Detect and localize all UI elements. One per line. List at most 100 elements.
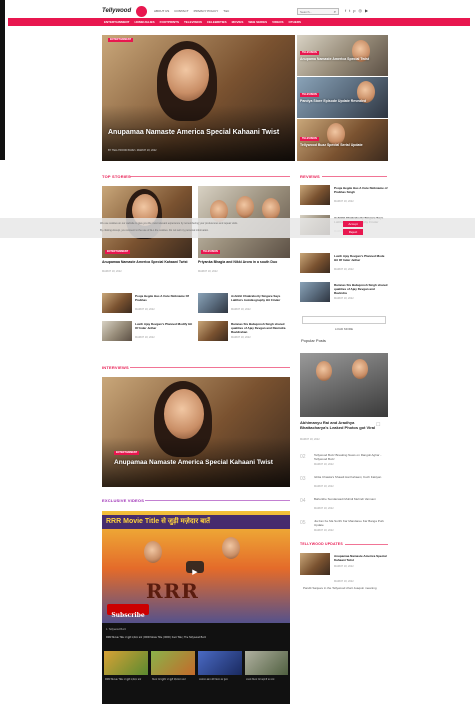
update-title[interactable]: Pandit Sanjeev in the Tellywood chart Jo… (303, 586, 387, 590)
twitter-icon[interactable]: t (349, 8, 350, 13)
playlist-title[interactable]: RRR Movie Title से जुड़ी मज़ेदार बातें |… (106, 636, 286, 639)
instagram-icon[interactable]: ◎ (358, 8, 362, 13)
story-meta: MARCH 18, 2022 (102, 270, 122, 273)
popular-meta: MARCH 18, 2022 (314, 463, 334, 466)
small-story-thumb (102, 321, 132, 341)
small-story[interactable]: Pooja Hegde Has A Cute Nickname Of Prabh… (102, 293, 194, 315)
small-story-title[interactable]: Ashnhit Chakraborty Singare Says Lalitha… (231, 294, 289, 302)
youtube-icon[interactable]: ▶ (365, 8, 368, 13)
interview-feature[interactable]: ENTERTAINMENT Anupamaa Namaste America S… (102, 377, 290, 487)
review-title[interactable]: Lusth Ajay Devgan's Planned Mode Hit Of … (334, 254, 388, 262)
subscribe-button[interactable]: Subscribe (107, 604, 149, 619)
popular-item[interactable]: 04 Bahurkhe Sundarwadi Muhidi Mehndi Var… (300, 496, 388, 516)
review-meta: MARCH 18, 2022 (334, 200, 354, 203)
update-title[interactable]: Anupamaa Namaste America Special Kahaani… (334, 554, 388, 562)
side-face (327, 123, 345, 145)
nav-entertainment[interactable]: ENTERTAINMENT (104, 20, 129, 24)
review-title[interactable]: Pooja Hegde Has A Cute Nickname of Prabh… (334, 186, 388, 194)
playlist-thumb-caption[interactable]: साउथ फिल्म की कहानी का सच (246, 678, 288, 690)
search-icon[interactable]: ⌕ (334, 9, 336, 14)
top-link-about[interactable]: ABOUT US (154, 9, 169, 13)
nav-movies[interactable]: MOVIES (232, 20, 244, 24)
playlist-thumb[interactable] (245, 651, 288, 675)
hero-side-title[interactable]: Tellywood Buzz Special Serial Update (300, 143, 386, 148)
small-story-title[interactable]: Pooja Hegde Has A Cute Nickname Of Prabh… (135, 294, 193, 302)
site-logo[interactable]: Tellywood (102, 5, 148, 18)
nav-videos[interactable]: VIDEOS (272, 20, 283, 24)
hero-feature[interactable]: ENTERTAINMENT Anupamaa Namaste America S… (102, 35, 295, 161)
popular-item[interactable]: 02 Tellywood Buzz Breaking News on Rango… (300, 452, 388, 472)
nav-others[interactable]: OTHERS (289, 20, 302, 24)
nav-television[interactable]: TELEVISION (184, 20, 202, 24)
hero-side-title[interactable]: Anupama Namaste America Special Twist (300, 57, 386, 62)
popular-title[interactable]: Ishita Chawla's Shaadi Hai Kahaani, Kuch… (314, 475, 388, 479)
nav-webseries[interactable]: WEB SERIES (248, 20, 267, 24)
interview-badge[interactable]: ENTERTAINMENT (114, 451, 140, 455)
hero-side-badge[interactable]: TELEVISION (300, 93, 319, 97)
popular-item[interactable]: 05 Jia Fan Ke Ma Surthi Kar Mandaree Kar… (300, 518, 388, 538)
popular-face (352, 359, 368, 379)
review-item[interactable]: Lusth Ajay Devgan's Planned Mode Hit Of … (300, 253, 388, 275)
playlist-thumb-caption[interactable]: RRR Movie Title से जुड़ी मज़ेदार बातें (105, 678, 147, 690)
small-story-title[interactable]: Ramnas Sts Babujonoh Singh shared qualit… (231, 322, 289, 334)
search-input[interactable]: Search... (300, 10, 312, 14)
hero-side-badge[interactable]: TELEVISION (300, 51, 319, 55)
popular-number: 02 (300, 454, 306, 460)
section-line (145, 500, 290, 501)
popular-feature-meta: MARCH 18, 2022 (300, 438, 320, 441)
top-links: ABOUT US CONTACT PRIVACY POLICY T&C (154, 9, 234, 13)
popular-feature-title[interactable]: Abhimanyu Rai and Aradhya Bhattacharya's… (300, 420, 378, 430)
video-logo-text: RRR (146, 579, 199, 603)
hero-side-item[interactable]: TELEVISION Anupama Namaste America Speci… (297, 35, 388, 76)
load-more-button[interactable]: LOAD MORE (302, 316, 386, 331)
nav-homeuglies[interactable]: HOMEUGLIES (134, 20, 154, 24)
story-title[interactable]: Priyanka Bhagia and Nikki Arora in a sou… (198, 260, 290, 265)
hero-badge[interactable]: ENTERTAINMENT (108, 38, 134, 42)
nav-footprints[interactable]: FOOTPRINTS (160, 20, 179, 24)
small-story[interactable]: Ashnhit Chakraborty Singare Says Lalitha… (198, 293, 290, 315)
top-link-terms[interactable]: T&C (223, 9, 229, 13)
section-heading-top-stories: TOP STORIES (102, 174, 131, 179)
cookie-reject-button[interactable]: Reject (343, 229, 363, 235)
story-title[interactable]: Anupamaa Namaste America Special Kahaani… (102, 260, 192, 265)
cookie-accept-button[interactable]: Accept (343, 221, 363, 227)
hero-side-item[interactable]: TELEVISION Pandya Store Episode Update R… (297, 77, 388, 118)
hero-side-item[interactable]: TELEVISION Tellywood Buzz Special Serial… (297, 119, 388, 161)
review-item[interactable]: Ramnas Sts Babujonoh Singh shared qualit… (300, 282, 388, 304)
hero-side-title[interactable]: Pandya Store Episode Update Revealed (300, 99, 386, 104)
review-item[interactable]: Pooja Hegde Has A Cute Nickname of Prabh… (300, 185, 388, 207)
comment-icon[interactable]: ☐ (376, 422, 380, 428)
top-link-contact[interactable]: CONTACT (174, 9, 188, 13)
playlist-thumb[interactable] (104, 651, 148, 675)
review-title[interactable]: Ramnas Sts Babujonoh Singh shared qualit… (334, 283, 388, 295)
hero-title[interactable]: Anupamaa Namaste America Special Kahaani… (108, 129, 288, 137)
playlist-thumb-caption[interactable]: फिल्म की शूटिंग से जुड़ी दिलचस्प बातें (152, 678, 194, 690)
popular-item[interactable]: 03 Ishita Chawla's Shaadi Hai Kahaani, K… (300, 474, 388, 494)
interview-face (164, 389, 204, 439)
playlist-thumb[interactable] (151, 651, 195, 675)
story-badge[interactable]: ENTERTAINMENT (105, 250, 131, 254)
hero-side-badge[interactable]: TELEVISION (300, 137, 319, 141)
popular-title[interactable]: Jia Fan Ke Ma Surthi Kar Mandaree Kar Ba… (314, 519, 388, 527)
update-item[interactable]: MARCH 18, 2022 Pandit Sanjeev in the Tel… (300, 580, 388, 600)
pinterest-icon[interactable]: p (353, 8, 355, 13)
small-story-title[interactable]: Lusth Ajay Devgan's Planned Modify Hit O… (135, 322, 193, 330)
facebook-icon[interactable]: f (345, 8, 346, 13)
top-link-privacy[interactable]: PRIVACY POLICY (194, 9, 219, 13)
video-play-button[interactable]: ▶ (186, 561, 204, 576)
update-item[interactable]: Anupamaa Namaste America Special Kahaani… (300, 553, 388, 577)
interview-title[interactable]: Anupamaa Namaste America Special Kahaani… (114, 459, 279, 467)
search-box[interactable]: Search... ⌕ (297, 8, 339, 15)
playlist-thumb[interactable] (198, 651, 242, 675)
small-story[interactable]: Lusth Ajay Devgan's Planned Modify Hit O… (102, 321, 194, 343)
small-story[interactable]: Ramnas Sts Babujonoh Singh shared qualit… (198, 321, 290, 343)
section-line (345, 544, 388, 545)
popular-feature-image[interactable] (300, 353, 388, 417)
nav-celebrities[interactable]: CELEBRITIES (207, 20, 227, 24)
video-player[interactable]: RRR Movie Title से जुड़ी मज़ेदार बातें R… (102, 511, 290, 639)
popular-title[interactable]: Bahurkhe Sundarwadi Muhidi Mehndi Varman… (314, 497, 388, 501)
story-badge[interactable]: TELEVISION (201, 250, 220, 254)
popular-title[interactable]: Tellywood Buzz Breaking News on Rangoli … (314, 453, 388, 461)
small-story-meta: MARCH 18, 2022 (135, 336, 155, 339)
playlist-thumb-caption[interactable]: सलमान खान की फिल्म का ट्रेलर (199, 678, 241, 690)
